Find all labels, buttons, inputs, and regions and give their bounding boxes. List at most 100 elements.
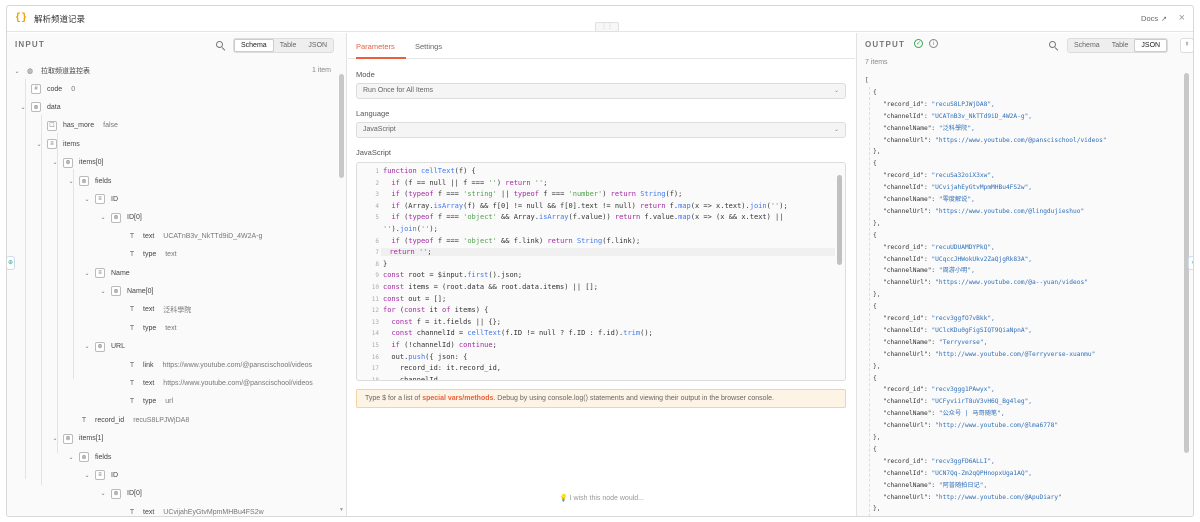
- tree-row[interactable]: Ttype text: [115, 247, 177, 263]
- line-number: 12: [371, 307, 379, 315]
- input-connector-icon[interactable]: ⊕: [7, 256, 15, 270]
- editor-scrollbar[interactable]: [837, 175, 842, 265]
- tree-row[interactable]: ⌄ ⊚ ID[0]: [99, 486, 142, 502]
- drag-handle[interactable]: ⋮⋮: [595, 22, 619, 32]
- json-string-value: recv3ggFD6ALLI: [935, 457, 988, 465]
- code-line[interactable]: function cellText(f) {: [383, 167, 476, 175]
- search-icon[interactable]: [216, 41, 226, 51]
- tree-row[interactable]: ☐ has_more false: [35, 118, 118, 134]
- tree-row[interactable]: Trecord_id recuS8LPJWjDA8: [67, 412, 189, 428]
- tree-root[interactable]: ⌄ ◍ 拉取频道监控表 1 item: [13, 63, 338, 79]
- tree-key: ID: [111, 195, 118, 203]
- tree-row[interactable]: ⌄ ⊚ items[0]: [51, 155, 104, 171]
- output-connector-icon[interactable]: ›: [1188, 256, 1193, 270]
- scroll-down-icon[interactable]: ▼: [339, 507, 344, 513]
- tree-row[interactable]: Ttext UCvijahEyGtvMpmMHBu4FS2w: [115, 504, 264, 516]
- code-line[interactable]: const out = [];: [383, 295, 446, 303]
- tree-row[interactable]: Ttext 泛科學院: [115, 302, 191, 318]
- tree-row[interactable]: # code 0: [19, 81, 75, 97]
- chevron-down-icon[interactable]: ⌄: [83, 343, 91, 350]
- tree-row[interactable]: Ttype url: [115, 394, 173, 410]
- tree-row[interactable]: ⌄ ≡ Name: [83, 265, 130, 281]
- code-line[interactable]: const items = (root.data && root.data.it…: [383, 283, 598, 291]
- array-type-icon: ≡: [95, 268, 105, 278]
- code-line[interactable]: }: [383, 260, 387, 268]
- chevron-down-icon[interactable]: ⌄: [83, 472, 91, 479]
- tab-json[interactable]: JSON: [1134, 39, 1168, 52]
- tree-row[interactable]: ⌄ ⊚ Name[0]: [99, 283, 153, 299]
- language-value: JavaScript: [363, 126, 396, 133]
- json-brace: {: [873, 231, 877, 239]
- code-line[interactable]: if (f == null || f === '') return '';: [383, 179, 547, 187]
- tab-table[interactable]: Table: [1106, 39, 1135, 52]
- parameters-panel: Parameters Settings Mode Run Once for Al…: [348, 33, 855, 516]
- code-line[interactable]: if (typeof f === 'object' && Array.isArr…: [383, 213, 783, 221]
- chevron-down-icon[interactable]: ⌄: [13, 68, 21, 75]
- json-brace: },: [873, 219, 881, 227]
- code-line[interactable]: if (typeof f === 'string' || typeof f ==…: [383, 190, 682, 198]
- chevron-down-icon[interactable]: ⌄: [99, 288, 107, 295]
- tree-row[interactable]: ⌄ ⊚ items[1]: [51, 431, 104, 447]
- pin-icon[interactable]: ⇞: [1180, 38, 1193, 53]
- chevron-down-icon[interactable]: ⌄: [99, 490, 107, 497]
- node-title[interactable]: 解析频道记录: [34, 13, 85, 25]
- language-select[interactable]: JavaScript ⌄: [356, 122, 846, 138]
- feedback-link[interactable]: 💡 I wish this node would...: [348, 494, 855, 502]
- code-line[interactable]: channelId,: [383, 376, 442, 380]
- tree-row[interactable]: ⌄ ⊚ ID[0]: [99, 210, 142, 226]
- code-line[interactable]: if (typeof f === 'object' && f.link) ret…: [383, 237, 640, 245]
- chevron-down-icon[interactable]: ⌄: [99, 214, 107, 221]
- json-string-value: recuSa32oiX3xw: [935, 172, 988, 180]
- code-line[interactable]: '').join('');: [383, 225, 438, 233]
- code-line[interactable]: return '';: [381, 248, 835, 257]
- line-number: 1: [375, 168, 379, 175]
- tree-value: 泛科學院: [163, 306, 192, 314]
- code-line[interactable]: const channelId = cellText(f.ID != null …: [383, 329, 652, 337]
- tab-json[interactable]: JSON: [302, 39, 333, 52]
- code-line[interactable]: record_id: it.record_id,: [383, 364, 501, 372]
- output-count: 7 items: [865, 59, 888, 66]
- json-string-value: UCqccJHWokUkv2ZaQjgRk83A: [935, 255, 1025, 263]
- chevron-down-icon[interactable]: ⌄: [83, 196, 91, 203]
- line-number: 8: [375, 260, 379, 268]
- tab-settings[interactable]: Settings: [415, 42, 442, 51]
- tree-row[interactable]: Ttype text: [115, 320, 177, 336]
- input-scrollbar[interactable]: [339, 74, 344, 178]
- tree-row[interactable]: Ttext UCATnB3v_NkTTd9iD_4W2A-g: [115, 228, 263, 244]
- special-vars-link[interactable]: special vars/methods: [422, 395, 493, 402]
- tree-row[interactable]: Tlink https://www.youtube.com/@panscischo…: [115, 357, 312, 373]
- code-line[interactable]: for (const it of items) {: [383, 306, 488, 314]
- json-key: "channelId":: [883, 184, 932, 192]
- code-line[interactable]: const root = $input.first().json;: [383, 271, 522, 279]
- code-line[interactable]: out.push({ json: {: [383, 353, 467, 361]
- chevron-down-icon[interactable]: ⌄: [67, 454, 75, 461]
- mode-select[interactable]: Run Once for All Items ⌄: [356, 83, 846, 99]
- search-icon[interactable]: [1049, 41, 1059, 51]
- code-line[interactable]: if (Array.isArray(f) && f[0] != null && …: [383, 202, 787, 210]
- code-line[interactable]: if (!channelId) continue;: [383, 341, 496, 349]
- tab-schema[interactable]: Schema: [1068, 39, 1106, 52]
- tab-table[interactable]: Table: [274, 39, 303, 52]
- tab-parameters[interactable]: Parameters: [356, 42, 395, 51]
- object-type-icon: ⊚: [63, 433, 73, 444]
- tab-schema[interactable]: Schema: [234, 39, 274, 52]
- tree-key: type: [143, 324, 157, 332]
- chevron-down-icon[interactable]: ⌄: [83, 270, 91, 277]
- tree-row[interactable]: ⌄ ≡ ID: [83, 467, 118, 483]
- close-icon[interactable]: ×: [1179, 12, 1185, 24]
- output-title: OUTPUT: [865, 39, 906, 49]
- code-editor[interactable]: 1 function cellText(f) {2 if (f == null |…: [356, 162, 846, 381]
- json-key: "channelId":: [883, 326, 932, 334]
- json-brace: },: [873, 434, 881, 441]
- docs-link[interactable]: Docs ↗: [1141, 14, 1167, 23]
- json-string-value: https://www.youtube.com/@panscischool/vi…: [938, 136, 1103, 144]
- tree-row[interactable]: ⌄ ⊚ fields: [67, 449, 111, 465]
- code-line[interactable]: const f = it.fields || {};: [383, 318, 501, 326]
- tree-row[interactable]: ⌄ ≡ ID: [83, 191, 118, 207]
- tree-key: Name: [111, 269, 130, 277]
- tree-row[interactable]: Ttext https://www.youtube.com/@panscischo…: [115, 375, 313, 391]
- info-icon[interactable]: i: [929, 39, 938, 48]
- tree-row[interactable]: ⌄ ⊚ URL: [83, 339, 125, 355]
- external-link-icon: ↗: [1161, 16, 1167, 23]
- json-bracket: [: [865, 77, 869, 84]
